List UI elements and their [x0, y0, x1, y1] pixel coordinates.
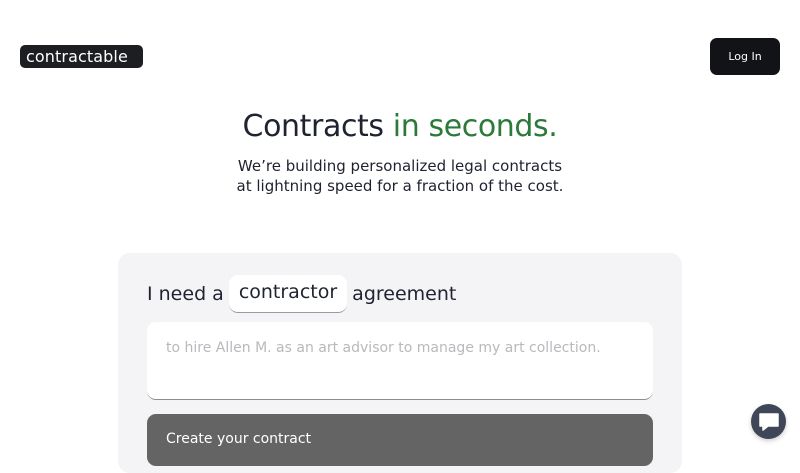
contract-type-select[interactable]: contractor — [228, 275, 348, 313]
subtitle-line-2: at lightning speed for a fraction of the… — [236, 177, 564, 195]
subtitle-line-1: We’re building personalized legal contra… — [237, 157, 563, 175]
page-title: Contracts in seconds. — [0, 106, 800, 148]
create-contract-label: Create your contract — [166, 431, 312, 447]
create-contract-button[interactable]: Create your contract — [147, 414, 653, 466]
contract-type-row: I need a contractor agreement — [147, 274, 456, 314]
chat-bubble-icon — [758, 412, 779, 431]
title-main: Contracts — [242, 109, 393, 144]
page-subtitle: We’re building personalized legal contra… — [0, 156, 800, 196]
need-suffix: agreement — [352, 283, 457, 305]
title-accent: in seconds. — [392, 109, 558, 144]
chat-widget-button[interactable] — [751, 404, 786, 439]
need-prefix: I need a — [147, 283, 224, 305]
logo[interactable]: contractable — [20, 45, 143, 68]
purpose-input[interactable] — [147, 322, 653, 400]
login-button[interactable]: Log In — [710, 38, 780, 75]
contract-form-card: I need a contractor agreement Create you… — [118, 253, 682, 473]
